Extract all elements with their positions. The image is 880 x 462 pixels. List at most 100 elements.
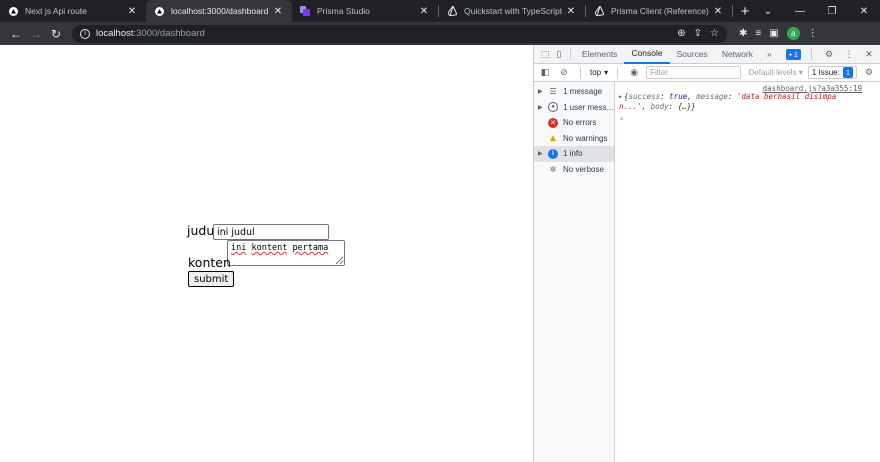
close-tab-icon[interactable]: ✕	[418, 6, 430, 17]
tab-search-chevron-icon[interactable]: ⌄	[752, 0, 784, 22]
settings-gear-icon[interactable]: ⚙	[822, 47, 836, 61]
restore-button[interactable]: ❐	[816, 0, 848, 22]
sidebar-item-label: No verbose	[563, 164, 604, 174]
sidebar-item-warnings[interactable]: ▲ No warnings	[534, 131, 614, 147]
minimize-button[interactable]: —	[784, 0, 816, 22]
close-icon[interactable]: ✕	[862, 47, 876, 61]
kebab-menu-icon[interactable]: ⋮	[842, 47, 856, 61]
konten-textarea[interactable]: ini kontent pertama	[227, 240, 345, 266]
sidebar-item-errors[interactable]: ✕ No errors	[534, 115, 614, 131]
judul-input[interactable]	[213, 224, 329, 240]
console-prompt[interactable]: ›	[619, 114, 624, 123]
browser-window: Next js Api route ✕ localhost:3000/dashb…	[0, 0, 880, 462]
forward-arrow-icon[interactable]: →	[26, 24, 46, 44]
sidebar-toggle-icon[interactable]: ◧	[538, 66, 552, 80]
extensions-puzzle-icon[interactable]: ✱	[739, 28, 747, 39]
console-settings-gear-icon[interactable]: ⚙	[862, 66, 876, 80]
log-key: success	[628, 92, 661, 101]
issues-button[interactable]: 1 Issue: 1	[807, 66, 857, 79]
close-tab-icon[interactable]: ✕	[126, 6, 138, 17]
konten-word: ini	[231, 243, 247, 253]
kebab-menu-icon[interactable]: ⋮	[808, 28, 818, 39]
message-icon: ▪	[789, 49, 792, 59]
tab-prisma-client-reference[interactable]: Prisma Client (Reference) ✕	[586, 0, 732, 22]
devtools-tabbar-actions: ▪ 1 ⚙ ⋮ ✕	[786, 47, 876, 61]
console-toolbar: ◧ ⊘ top ▾ ◉ Filter Default levels ▾ 1 Iss…	[534, 64, 880, 82]
filter-input[interactable]: Filter	[646, 66, 742, 79]
issue-label: 1 Issue:	[811, 68, 840, 77]
log-value: true	[669, 92, 688, 101]
tab-sources[interactable]: Sources	[670, 45, 715, 64]
list-icon: ☰	[549, 87, 557, 97]
close-tab-icon[interactable]: ✕	[712, 6, 724, 17]
tab-title: Next js Api route	[25, 6, 87, 16]
error-icon: ✕	[548, 117, 558, 128]
tab-title: Quickstart with TypeScript &	[464, 6, 565, 16]
sidebar-item-user-messages[interactable]: ▶ ● 1 user mess...	[534, 100, 614, 116]
side-panel-icon[interactable]: ▣	[769, 28, 778, 39]
clear-console-icon[interactable]: ⊘	[557, 66, 571, 80]
divider	[811, 48, 812, 60]
device-toolbar-icon[interactable]: ▯	[552, 47, 566, 61]
expand-arrow-icon[interactable]: ▶	[538, 88, 548, 95]
log-value: n...'	[619, 101, 642, 111]
tab-strip: Next js Api route ✕ localhost:3000/dashb…	[0, 0, 880, 22]
close-window-button[interactable]: ✕	[848, 0, 880, 22]
reading-list-icon[interactable]: ≡	[755, 28, 761, 39]
tab-title: Prisma Studio	[317, 6, 370, 16]
badge-count: 1	[793, 49, 798, 59]
zoom-icon[interactable]: ⊕	[677, 28, 685, 39]
address-bar[interactable]: i localhost:3000/dashboard ⊕ ⇪ ☆	[72, 24, 727, 43]
chevron-down-icon: ▾	[604, 68, 609, 77]
log-levels-dropdown[interactable]: Default levels ▾	[749, 68, 803, 77]
console-output: dashboard.js?a3a355:19 ▶ {success: true, …	[615, 82, 880, 462]
sidebar-item-messages[interactable]: ▶ ☰ 1 message	[534, 84, 614, 100]
konten-label: konten	[188, 255, 231, 270]
devtools-panel: ⬚ ▯ Elements Console Sources Network » ▪…	[533, 45, 880, 462]
tab-prisma-studio[interactable]: Prisma Studio ✕	[292, 0, 438, 22]
devtools-tabbar: ⬚ ▯ Elements Console Sources Network » ▪…	[534, 45, 880, 64]
tab-title: Prisma Client (Reference)	[611, 6, 709, 16]
tab-dashboard[interactable]: localhost:3000/dashboard ✕	[146, 0, 292, 22]
tab-elements[interactable]: Elements	[575, 45, 624, 64]
inspect-element-icon[interactable]: ⬚	[538, 47, 552, 61]
tab-quickstart-typescript[interactable]: Quickstart with TypeScript & ✕	[439, 0, 585, 22]
tab-console[interactable]: Console	[624, 45, 670, 64]
tab-network[interactable]: Network	[715, 45, 760, 64]
close-tab-icon[interactable]: ✕	[565, 6, 577, 17]
console-body: ▶ ☰ 1 message ▶ ● 1 user mess... ✕ No er…	[534, 82, 880, 462]
more-tabs-button[interactable]: »	[760, 45, 779, 64]
sidebar-item-verbose[interactable]: ✲ No verbose	[534, 162, 614, 178]
profile-avatar[interactable]: a	[786, 27, 800, 40]
live-expression-eye-icon[interactable]: ◉	[627, 66, 641, 80]
console-log-entry[interactable]: ▶ {success: true, message: 'data berhasil…	[619, 92, 864, 111]
expand-arrow-icon[interactable]: ▶	[538, 150, 548, 157]
window-controls: ⌄ — ❐ ✕	[752, 0, 880, 22]
close-tab-icon[interactable]: ✕	[272, 6, 284, 17]
expand-triangle-icon[interactable]: ▶	[619, 94, 622, 100]
back-arrow-icon[interactable]: ←	[6, 24, 26, 44]
context-selector[interactable]: top ▾	[590, 68, 608, 77]
url-host: localhost	[96, 28, 134, 39]
site-info-icon[interactable]: i	[80, 28, 90, 39]
log-key: body	[650, 101, 669, 111]
page-viewport: judul ini kontent pertama konten submit	[0, 45, 533, 462]
issues-badge[interactable]: ▪ 1	[786, 48, 801, 60]
expand-arrow-icon[interactable]: ▶	[538, 104, 548, 111]
log-key: message	[696, 92, 728, 101]
sidebar-item-label: 1 message	[563, 87, 603, 97]
reload-icon[interactable]: ↻	[46, 24, 66, 44]
sidebar-item-label: No warnings	[563, 133, 608, 143]
toolbar-actions: ✱ ≡ ▣ a ⋮	[739, 27, 818, 40]
konten-word: kontent	[251, 243, 288, 253]
bookmark-star-icon[interactable]: ☆	[710, 28, 719, 39]
konten-word: pertama	[292, 243, 329, 253]
prisma-studio-icon	[300, 6, 310, 16]
sidebar-item-label: No errors	[563, 118, 597, 128]
share-icon[interactable]: ⇪	[694, 28, 702, 39]
divider	[570, 48, 571, 60]
sidebar-item-info[interactable]: ▶ i 1 info	[534, 146, 614, 162]
submit-button[interactable]: submit	[188, 271, 235, 287]
vercel-triangle-icon	[8, 6, 18, 16]
tab-next-js-api-route[interactable]: Next js Api route ✕	[0, 0, 146, 22]
